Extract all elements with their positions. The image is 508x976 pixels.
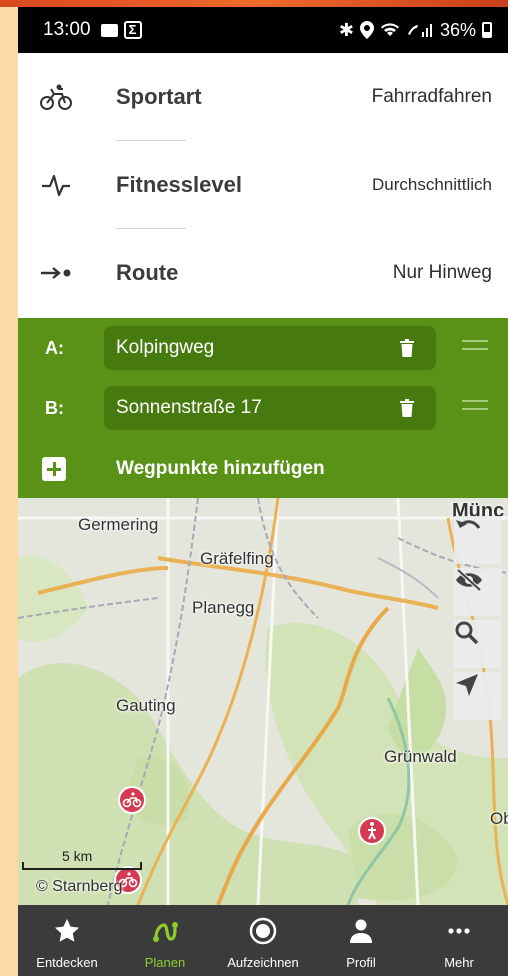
map-label-graefelfing: Gräfelfing	[200, 549, 274, 568]
waypoint-value: Sonnenstraße 17	[116, 397, 262, 418]
person-icon	[350, 919, 372, 943]
drag-handle-icon[interactable]	[462, 400, 488, 416]
status-time: 13:00	[43, 19, 91, 40]
route-type-label: Route	[116, 260, 179, 285]
bottom-navigation: Entdecken Planen Aufzeichnen Profil Mehr	[18, 905, 508, 976]
add-icon	[42, 457, 66, 481]
trash-icon[interactable]	[400, 399, 414, 417]
bike-poi-marker[interactable]	[118, 786, 146, 814]
search-button[interactable]	[454, 620, 502, 668]
nav-item-entdecken[interactable]: Entdecken	[18, 905, 116, 976]
map-view[interactable]: Germering Gräfelfing Planegg Gauting Grü…	[18, 498, 508, 905]
nav-label: Aufzeichnen	[227, 955, 299, 970]
bluetooth-icon: ✱	[338, 19, 354, 40]
status-right-icons: ✱ 36%	[339, 20, 492, 41]
hiking-poi-icon	[368, 822, 376, 840]
route-type-value: Nur Hinweg	[392, 262, 492, 283]
record-icon	[249, 917, 277, 945]
map-scale-tick	[22, 862, 24, 870]
add-waypoint-button[interactable]: Wegpunkte hinzufügen	[18, 446, 508, 492]
nav-item-aufzeichnen[interactable]: Aufzeichnen	[214, 905, 312, 976]
nav-item-profil[interactable]: Profil	[312, 905, 410, 976]
waypoint-key: A:	[45, 338, 64, 358]
waypoint-input-a[interactable]: Kolpingweg	[104, 326, 436, 370]
route-type-row[interactable]: Route Nur Hinweg	[18, 229, 508, 317]
route-settings-panel: Sportart Fahrradfahren Fitnesslevel Durc…	[18, 53, 508, 318]
map-label-germering: Germering	[78, 515, 159, 534]
status-bar: 13:00 Σ ✱ 36%	[18, 7, 508, 53]
waypoint-input-b[interactable]: Sonnenstraße 17	[104, 386, 436, 430]
fitness-level-value: Durchschnittlich	[372, 175, 492, 194]
map-label-ob: Ob	[490, 809, 508, 828]
navigation-arrow-icon	[456, 674, 478, 696]
wifi-icon	[380, 23, 399, 36]
waypoints-panel: A: Kolpingweg B: Sonnenstraße 17 Wegpunk…	[18, 318, 508, 498]
bicycle-icon	[38, 79, 74, 115]
drag-handle-icon[interactable]	[462, 340, 488, 356]
undo-button[interactable]	[454, 516, 502, 564]
route-icon	[153, 922, 178, 942]
trash-icon[interactable]	[400, 339, 414, 357]
left-background-strip-bottom	[0, 905, 18, 976]
bike-poi-icon	[122, 792, 142, 808]
battery-percent: 36%	[439, 19, 476, 40]
eye-off-icon	[456, 568, 482, 592]
nav-item-planen[interactable]: Planen	[116, 905, 214, 976]
fitness-level-label: Fitnesslevel	[116, 172, 242, 197]
more-icon	[448, 928, 470, 934]
nav-label: Planen	[144, 955, 186, 970]
sport-type-label: Sportart	[116, 84, 202, 109]
map-scale-label: 5 km	[62, 848, 93, 864]
waypoint-row-b: B: Sonnenstraße 17	[18, 386, 508, 432]
waypoint-key: B:	[45, 398, 64, 418]
fitness-level-row[interactable]: Fitnesslevel Durchschnittlich	[18, 141, 508, 229]
sigma-app-icon: Σ	[123, 21, 142, 39]
map-label-starnberg: © Starnberg	[36, 878, 123, 895]
add-waypoint-label: Wegpunkte hinzufügen	[116, 458, 325, 479]
sport-type-value: Fahrradfahren	[371, 86, 492, 107]
nav-item-mehr[interactable]: Mehr	[410, 905, 508, 976]
signal-icon	[407, 24, 432, 37]
battery-icon	[482, 22, 492, 38]
left-background-strip	[0, 7, 18, 905]
search-icon	[455, 621, 479, 645]
nav-label: Mehr	[444, 955, 474, 970]
pulse-icon	[38, 167, 74, 203]
waypoint-value: Kolpingweg	[116, 337, 215, 358]
nav-label: Profil	[346, 955, 376, 970]
map-label-planegg: Planegg	[192, 598, 255, 617]
sport-type-row[interactable]: Sportart Fahrradfahren	[18, 53, 508, 141]
visibility-toggle-button[interactable]	[454, 568, 502, 616]
map-label-gauting: Gauting	[116, 696, 176, 715]
location-icon	[359, 21, 374, 39]
top-accent-bar	[0, 0, 508, 7]
one-way-arrow-icon	[38, 255, 74, 291]
hiking-poi-marker[interactable]	[358, 817, 386, 845]
my-location-button[interactable]	[454, 672, 502, 720]
waypoint-row-a: A: Kolpingweg	[18, 326, 508, 372]
star-icon	[55, 919, 79, 942]
map-scale-tick	[140, 862, 142, 870]
nav-label: Entdecken	[36, 955, 98, 970]
undo-icon	[456, 520, 481, 529]
map-scale-bar: 5 km	[22, 848, 142, 878]
mail-icon	[100, 23, 118, 37]
map-label-gruenwald: Grünwald	[384, 747, 457, 766]
map-scale-line	[22, 868, 142, 870]
